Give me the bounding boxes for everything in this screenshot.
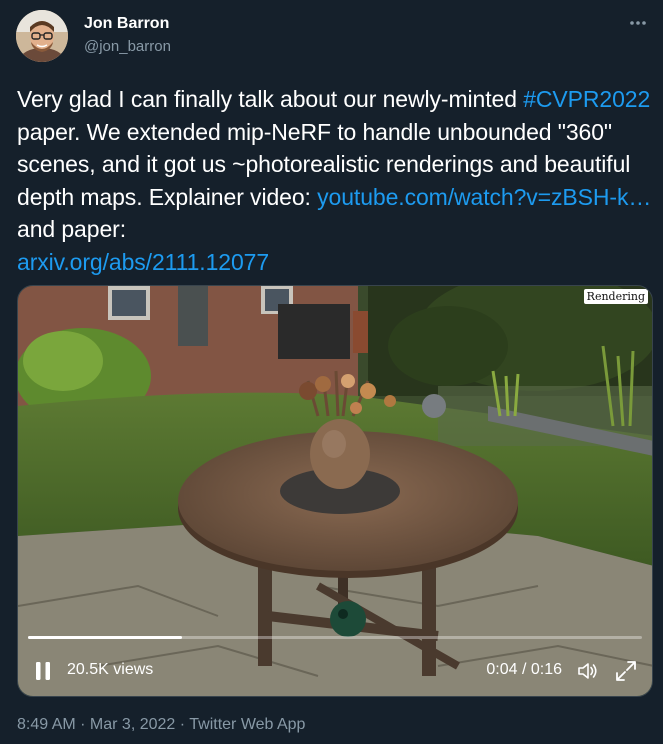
tweet-text-part: and paper: <box>17 216 126 242</box>
rendering-badge: Rendering <box>583 289 648 304</box>
fullscreen-icon[interactable] <box>614 659 638 683</box>
volume-icon[interactable] <box>576 659 600 683</box>
video-progress-bar[interactable] <box>28 636 642 639</box>
hashtag-link[interactable]: #CVPR2022 <box>523 86 650 112</box>
author-name[interactable]: Jon Barron <box>84 15 169 33</box>
author-handle[interactable]: @jon_barron <box>84 38 171 55</box>
tweet-text: Very glad I can finally talk about our n… <box>17 83 657 278</box>
video-controls: 20.5K views 0:04 / 0:16 <box>18 646 652 696</box>
tweet-time[interactable]: 8:49 AM <box>17 716 76 733</box>
tweet: Jon Barron @jon_barron Very glad I can f… <box>0 0 663 744</box>
tweet-date[interactable]: Mar 3, 2022 <box>90 716 175 733</box>
avatar[interactable] <box>16 10 68 62</box>
view-count: 20.5K views <box>67 661 154 678</box>
pause-icon[interactable] <box>35 661 51 681</box>
tweet-metadata: 8:49 AM · Mar 3, 2022 · Twitter Web App <box>17 716 305 734</box>
video-player[interactable]: Rendering 20.5K views 0:04 / 0:16 <box>17 285 653 697</box>
separator: · <box>175 716 190 733</box>
paper-link[interactable]: arxiv.org/abs/2111.12077 <box>17 249 269 275</box>
separator: · <box>75 716 90 733</box>
tweet-text-part: Very glad I can finally talk about our n… <box>17 86 524 112</box>
video-time: 0:04 / 0:16 <box>486 661 562 678</box>
video-link[interactable]: youtube.com/watch?v=zBSH-k… <box>317 184 651 210</box>
avatar-image <box>16 10 68 62</box>
tweet-source[interactable]: Twitter Web App <box>189 716 305 733</box>
video-progress-fill <box>28 636 182 639</box>
more-options-icon[interactable] <box>627 12 649 34</box>
